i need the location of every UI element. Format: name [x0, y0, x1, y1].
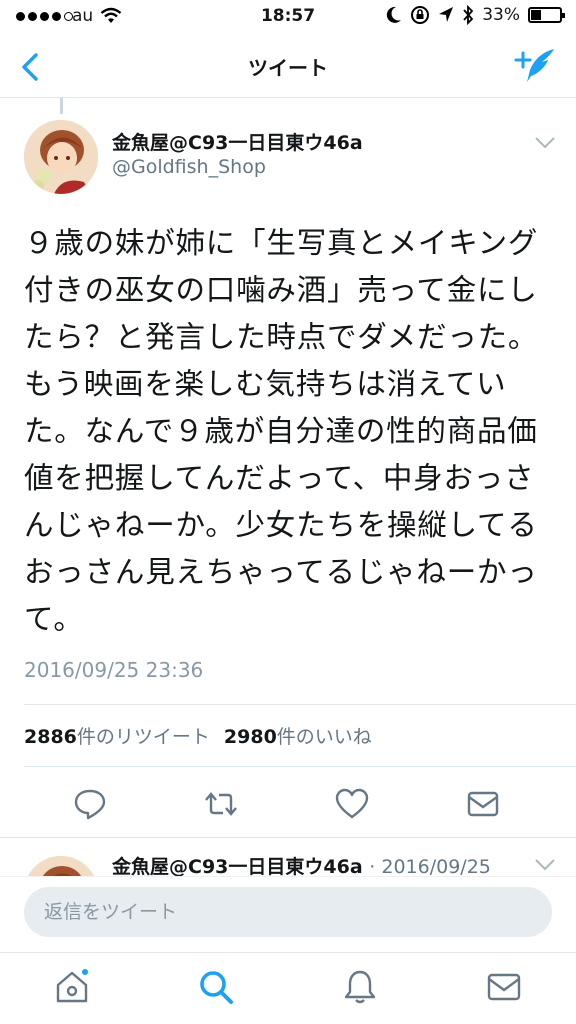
- reply-icon[interactable]: [72, 786, 108, 822]
- like-count: 2980: [223, 726, 277, 748]
- messages-icon: [487, 973, 521, 1001]
- status-bar: au 18:57 33%: [0, 0, 576, 36]
- compose-icon[interactable]: [514, 46, 556, 86]
- moon-icon: [387, 6, 402, 23]
- tweet-date: · 2016/09/25: [369, 856, 491, 876]
- tweet-stats: 2886件のリツイート 2980件のいいね: [24, 722, 372, 749]
- nav-bar: ツイート: [0, 36, 576, 98]
- unread-badge: [80, 967, 90, 977]
- bluetooth-icon: [463, 5, 474, 25]
- user-handle[interactable]: @Goldfish_Shop: [112, 156, 266, 178]
- divider: [24, 704, 576, 705]
- retweet-count: 2886: [24, 726, 77, 748]
- retweet-label: 件のリツイート: [76, 726, 210, 748]
- reply-bar: [0, 876, 576, 952]
- display-name[interactable]: 金魚屋@C93一日目東ウ46a: [112, 128, 363, 155]
- next-tweet[interactable]: 金魚屋@C93一日目東ウ46a · 2016/09/25: [0, 838, 576, 876]
- display-name[interactable]: 金魚屋@C93一日目東ウ46a: [112, 856, 363, 876]
- tweet-timestamp: 2016/09/25 23:36: [24, 658, 204, 682]
- like-stat[interactable]: 2980件のいいね: [224, 722, 372, 749]
- tab-notifications[interactable]: [340, 967, 380, 1007]
- battery-percent: 33%: [482, 5, 520, 25]
- tweet-actions: [0, 786, 576, 822]
- battery-icon: [528, 7, 565, 23]
- tab-home[interactable]: [52, 967, 92, 1007]
- notifications-icon: [344, 970, 376, 1004]
- rotation-lock-icon: [411, 6, 430, 24]
- retweet-icon[interactable]: [203, 786, 239, 822]
- tab-messages[interactable]: [484, 967, 524, 1007]
- page-title: ツイート: [248, 56, 328, 80]
- search-icon: [200, 971, 233, 1004]
- like-label: 件のいいね: [276, 726, 372, 748]
- reply-input[interactable]: [24, 887, 552, 937]
- like-icon[interactable]: [334, 786, 370, 822]
- retweet-stat[interactable]: 2886件のリツイート: [24, 722, 210, 749]
- chevron-down-icon[interactable]: [534, 858, 556, 872]
- tab-search[interactable]: [196, 967, 236, 1007]
- avatar[interactable]: [24, 120, 98, 194]
- thread-line: [60, 98, 63, 114]
- tab-bar: [0, 952, 576, 1024]
- chevron-down-icon[interactable]: [534, 136, 556, 150]
- tweet-text: ９歳の妹が姉に「生写真とメイキング付きの巫女の口噛み酒」売って金にしたら？と発言…: [24, 226, 539, 636]
- preview-header: 金魚屋@C93一日目東ウ46a · 2016/09/25: [112, 852, 491, 876]
- location-icon: [439, 7, 454, 22]
- divider: [24, 766, 576, 767]
- avatar[interactable]: [24, 856, 98, 876]
- dm-icon[interactable]: [465, 786, 501, 822]
